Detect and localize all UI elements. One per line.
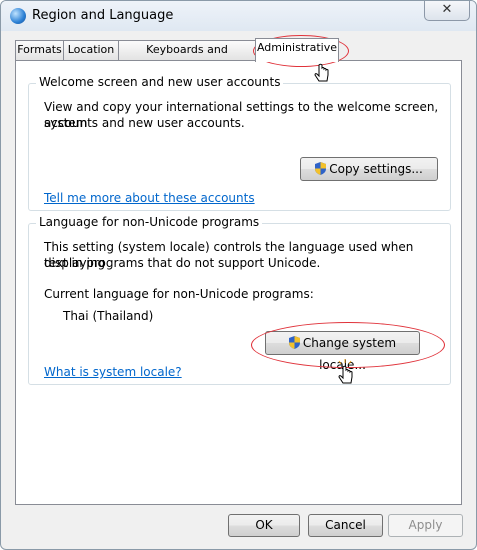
copy-settings-button[interactable]: Copy settings... — [300, 157, 438, 181]
system-locale-help-link[interactable]: What is system locale? — [44, 365, 182, 379]
close-icon: ✕ — [441, 2, 453, 17]
welcome-screen-group: Welcome screen and new user accounts Vie… — [28, 75, 451, 211]
welcome-accounts-link[interactable]: Tell me more about these accounts — [44, 191, 255, 205]
ok-button[interactable]: OK — [228, 514, 300, 537]
tab-keyboards-and-languages[interactable]: Keyboards and Languages — [118, 40, 256, 74]
administrative-panel: Welcome screen and new user accounts Vie… — [15, 60, 462, 505]
welcome-description-line2: accounts and new user accounts. — [44, 116, 245, 130]
hand-cursor-icon — [338, 359, 353, 384]
title-bar: Region and Language ✕ — [1, 1, 476, 31]
tab-location[interactable]: Location — [63, 40, 119, 60]
region-language-window: Region and Language ✕ Formats Location K… — [0, 0, 477, 550]
apply-button[interactable]: Apply — [388, 514, 463, 537]
welcome-group-title: Welcome screen and new user accounts — [36, 75, 284, 89]
current-language-label: Current language for non-Unicode program… — [44, 287, 314, 301]
window-title: Region and Language — [32, 8, 174, 23]
current-language-value: Thai (Thailand) — [63, 309, 154, 323]
tab-formats[interactable]: Formats — [15, 40, 64, 60]
globe-icon — [10, 8, 26, 24]
cancel-button[interactable]: Cancel — [308, 514, 383, 537]
non-unicode-group-title: Language for non-Unicode programs — [36, 215, 263, 229]
tab-administrative[interactable]: Administrative — [255, 38, 339, 62]
non-unicode-description-line2: text in programs that do not support Uni… — [44, 256, 321, 270]
copy-settings-label: Copy settings... — [329, 162, 423, 176]
close-button[interactable]: ✕ — [424, 1, 470, 21]
uac-shield-icon — [315, 162, 327, 175]
